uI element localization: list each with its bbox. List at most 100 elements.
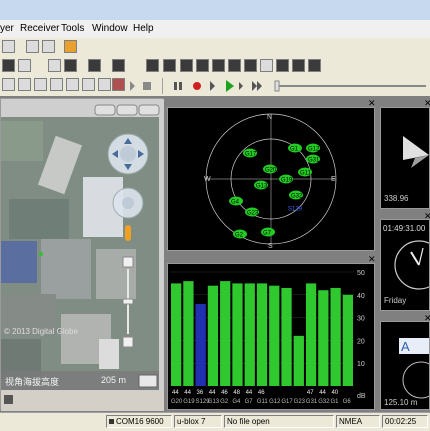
pause-icon[interactable] (174, 82, 177, 90)
signal-bar (207, 285, 219, 386)
tb-view15-icon[interactable] (276, 59, 289, 72)
signal-y-tick: 50 (357, 270, 365, 277)
signal-bar-value: 48 (233, 390, 240, 396)
step-icon[interactable] (210, 81, 215, 91)
stop-icon[interactable] (143, 82, 151, 90)
tb-tool4-icon[interactable] (50, 78, 63, 91)
signal-category-label: G32 (318, 399, 330, 405)
tb-view5-icon[interactable] (88, 59, 101, 72)
fast-forward-icon[interactable] (252, 81, 257, 91)
save-icon[interactable] (4, 395, 13, 404)
tb-view13-icon[interactable] (244, 59, 257, 72)
tb-tool6-icon[interactable] (82, 78, 95, 91)
tb-disconnect-icon[interactable] (42, 40, 55, 53)
status-protocol: NMEA (336, 415, 380, 428)
speed-panel: A 125.10 m (380, 321, 430, 410)
signal-bar-value: 46 (258, 390, 265, 396)
signal-bar-value: 44 (246, 390, 253, 396)
clock-hour-hand (410, 251, 420, 266)
tb-view14-icon[interactable] (260, 59, 273, 72)
tb-view7-icon[interactable] (146, 59, 159, 72)
map-view[interactable] (1, 99, 164, 411)
tb-connect-icon[interactable] (26, 40, 39, 53)
tb-tool7-icon[interactable] (98, 78, 111, 91)
menu-item-window[interactable]: Window (92, 23, 128, 34)
tb-tool2-icon[interactable] (18, 78, 31, 91)
signal-category-label: G20 (171, 399, 183, 405)
speed-gauge: A (399, 338, 430, 399)
clock-panel: 01:49:31.00 Friday (380, 219, 430, 311)
tb-tool8-icon[interactable] (112, 78, 125, 91)
menu-item-tools[interactable]: Tools (61, 23, 84, 34)
signal-bar-value: 44 (184, 390, 191, 396)
clock-minute-hand (418, 247, 424, 266)
zoom-slider-thumb[interactable] (122, 298, 134, 305)
map-restore-button[interactable] (116, 104, 138, 116)
satellite-label: G17 (245, 152, 257, 158)
sky-view-panel: N E S W G1 G12 G17 G31 G20 G11 G19 G13 G4 G32 G23 S… (167, 107, 375, 251)
status-port: COM16 9600 (106, 415, 172, 428)
map-panel: © 2013 Digital Globe 视角海拔高度 205 m (0, 98, 164, 411)
status-port-text: COM16 9600 (116, 417, 164, 426)
signal-category-label: G23 (294, 399, 306, 405)
tb-open-icon[interactable] (2, 40, 15, 53)
tb-view1-icon[interactable] (2, 59, 15, 72)
step-back-icon[interactable] (130, 81, 135, 91)
zoom-in-button[interactable] (122, 256, 134, 268)
street-view-icon[interactable] (125, 225, 131, 241)
map-close-button[interactable] (138, 104, 160, 116)
tb-record-icon[interactable] (64, 40, 77, 53)
tb-view3-icon[interactable] (48, 59, 61, 72)
satellite-label: G19 (281, 178, 293, 184)
satellite-label: G13 (256, 184, 268, 190)
signal-category-label: G17 (281, 399, 293, 405)
map-copyright: © 2013 Digital Globe (4, 327, 78, 336)
signal-bar (330, 287, 341, 386)
menu-item-help[interactable]: Help (133, 23, 154, 34)
signal-bar (232, 283, 243, 386)
map-altitude-label: 视角海拔高度 (5, 377, 60, 387)
signal-bar (281, 287, 292, 386)
signal-category-label: G7 (245, 399, 254, 405)
toolbar-views (0, 57, 430, 77)
signal-bar-value: 44 (172, 390, 179, 396)
play-icon[interactable] (226, 80, 234, 92)
record-icon[interactable] (193, 82, 201, 90)
tb-view4-icon[interactable] (64, 59, 77, 72)
tb-view10-icon[interactable] (196, 59, 209, 72)
zoom-out-button[interactable] (122, 336, 134, 348)
compass-panel: 338.96 (380, 107, 430, 209)
satellite-label: G23 (247, 211, 259, 217)
playback-slider[interactable] (278, 85, 426, 87)
menu-item-player[interactable]: yer (0, 23, 14, 34)
menu-item-receiver[interactable]: Receiver (20, 23, 59, 34)
tb-view8-icon[interactable] (163, 59, 176, 72)
tb-tool5-icon[interactable] (66, 78, 79, 91)
status-file: No file open (224, 415, 334, 428)
tb-tool3-icon[interactable] (34, 78, 47, 91)
signal-category-label: G6 (343, 399, 352, 405)
window-titlebar (0, 0, 430, 20)
tb-tool1-icon[interactable] (2, 78, 15, 91)
playback-slider-thumb[interactable] (274, 80, 280, 92)
signal-bar (183, 281, 194, 386)
satellite-label: G32 (291, 194, 303, 200)
tb-view12-icon[interactable] (228, 59, 241, 72)
map-minimize-button[interactable] (94, 104, 116, 116)
signal-bar (220, 281, 231, 386)
tb-view11-icon[interactable] (212, 59, 225, 72)
tb-view17-icon[interactable] (308, 59, 321, 72)
tb-view16-icon[interactable] (292, 59, 305, 72)
play-dropdown-icon[interactable] (239, 82, 243, 90)
signal-bar-value: 44 (319, 390, 326, 396)
map-resize-button[interactable] (138, 374, 158, 388)
tb-view6-icon[interactable] (112, 59, 125, 72)
compass-dial (403, 136, 429, 168)
tb-view9-icon[interactable] (180, 59, 193, 72)
playback-controls (130, 78, 426, 94)
sky-north-label: N (267, 114, 272, 121)
signal-category-label: G13 (208, 399, 220, 405)
svg-text:A: A (401, 339, 410, 354)
tb-view2-icon[interactable] (18, 59, 31, 72)
status-time: 00:02:25 (382, 415, 428, 428)
